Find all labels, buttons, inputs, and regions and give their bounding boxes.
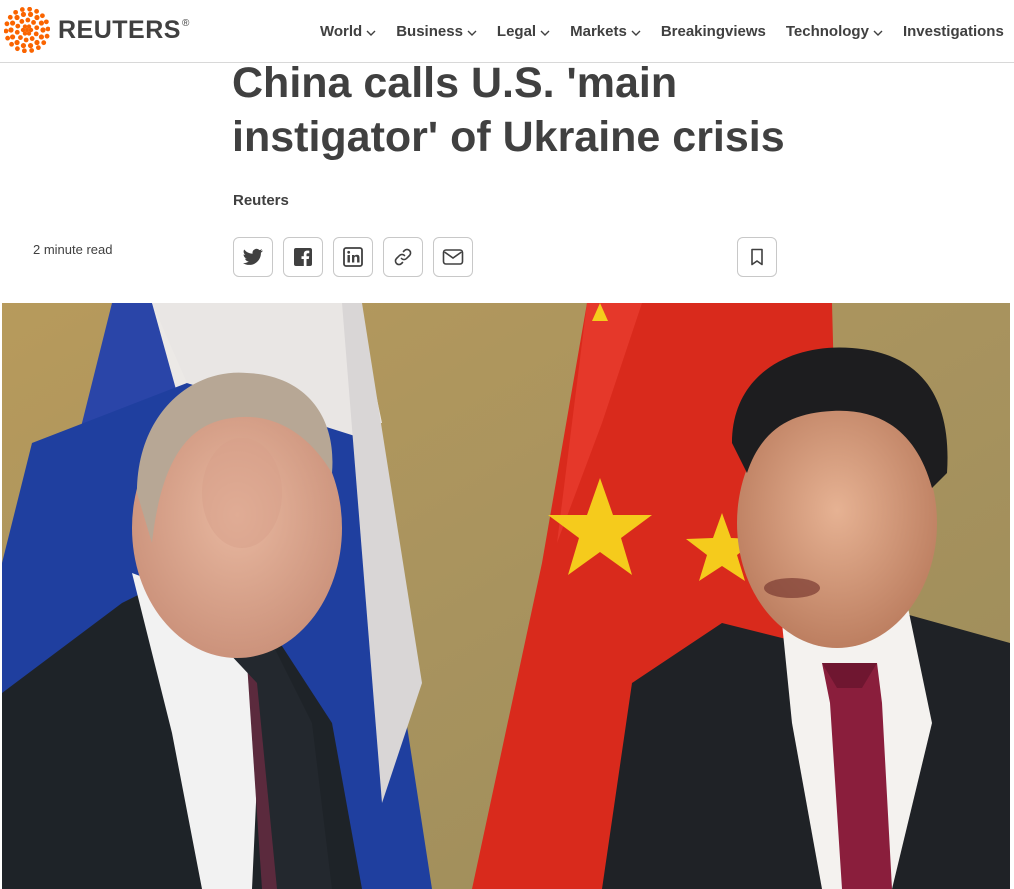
bookmark-icon	[751, 248, 763, 266]
logo-dot	[31, 20, 36, 25]
lead-photo-illustration	[2, 303, 1010, 889]
article-author[interactable]: Reuters	[233, 192, 289, 209]
logo-dot	[25, 28, 29, 32]
nav-item-business[interactable]: Business	[396, 23, 477, 40]
logo-dot	[20, 42, 27, 49]
twitter-icon	[243, 248, 263, 265]
article-headline: China calls U.S. 'main instigator' of Uk…	[232, 59, 785, 161]
chevron-down-icon	[366, 23, 376, 40]
logo-dot	[27, 7, 33, 12]
read-time: 2 minute read	[33, 242, 113, 257]
logo-dot	[5, 35, 11, 41]
reuters-wordmark: REUTERS®	[58, 15, 190, 44]
logo-dot	[27, 42, 34, 49]
share-email-button[interactable]	[433, 237, 473, 277]
share-twitter-button[interactable]	[233, 237, 273, 277]
logo-dot	[35, 45, 41, 51]
logo-dot	[43, 19, 49, 25]
logo-dot	[14, 39, 20, 46]
nav-item-world[interactable]: World	[320, 23, 376, 40]
facebook-icon	[294, 248, 312, 266]
logo-dot	[25, 17, 31, 23]
site-header: REUTERS® World Business Legal Markets Br…	[0, 0, 1014, 63]
logo-dot	[45, 26, 50, 32]
logo-dot	[20, 11, 27, 18]
logo-dot	[7, 14, 13, 20]
logo-dot	[27, 11, 34, 18]
logo-dot	[9, 20, 16, 26]
logo-dot	[14, 14, 20, 21]
logo-dot	[23, 37, 29, 43]
logo-dot	[4, 28, 9, 34]
logo-dot	[9, 34, 16, 40]
logo-dot	[13, 9, 19, 15]
reuters-logo-icon	[4, 7, 50, 53]
logo-dot	[34, 8, 39, 14]
chevron-down-icon	[540, 23, 550, 40]
chevron-down-icon	[873, 23, 883, 40]
link-icon	[394, 248, 412, 266]
logo-dot	[40, 13, 45, 19]
logo-dot	[19, 7, 25, 12]
chevron-down-icon	[467, 23, 477, 40]
logo-dot	[29, 36, 35, 41]
share-bar	[233, 237, 483, 277]
logo-dot	[15, 46, 20, 52]
logo-dot	[38, 34, 45, 40]
main-nav: World Business Legal Markets Breakingvie…	[320, 0, 1014, 62]
share-linkedin-button[interactable]	[333, 237, 373, 277]
logo-dot	[44, 33, 50, 39]
logo-dot	[21, 48, 27, 53]
logo-dot	[34, 25, 40, 31]
logo-dot	[9, 41, 14, 47]
logo-dot	[29, 48, 35, 53]
logo-dot	[34, 39, 40, 46]
logo-dot	[15, 23, 21, 29]
nav-item-technology[interactable]: Technology	[786, 23, 883, 40]
logo-dot	[14, 29, 20, 35]
nav-item-markets[interactable]: Markets	[570, 23, 641, 40]
logo-dot	[18, 35, 23, 40]
logo-dot	[4, 21, 10, 27]
logo-dot	[19, 19, 25, 24]
bookmark-button[interactable]	[737, 237, 777, 277]
nav-item-legal[interactable]: Legal	[497, 23, 550, 40]
logo-dot	[41, 40, 47, 46]
logo-dot	[34, 14, 40, 21]
article-lead-photo	[2, 303, 1010, 889]
logo-dot	[40, 27, 46, 33]
logo-dot	[8, 27, 14, 33]
nav-item-investigations[interactable]: Investigations	[903, 23, 1004, 40]
logo-dot	[33, 31, 39, 37]
reuters-logo[interactable]: REUTERS®	[4, 7, 190, 53]
logo-dot	[38, 20, 45, 26]
chevron-down-icon	[631, 23, 641, 40]
copy-link-button[interactable]	[383, 237, 423, 277]
linkedin-icon	[343, 247, 363, 267]
nav-item-breakingviews[interactable]: Breakingviews	[661, 23, 766, 40]
email-icon	[442, 249, 464, 265]
share-facebook-button[interactable]	[283, 237, 323, 277]
